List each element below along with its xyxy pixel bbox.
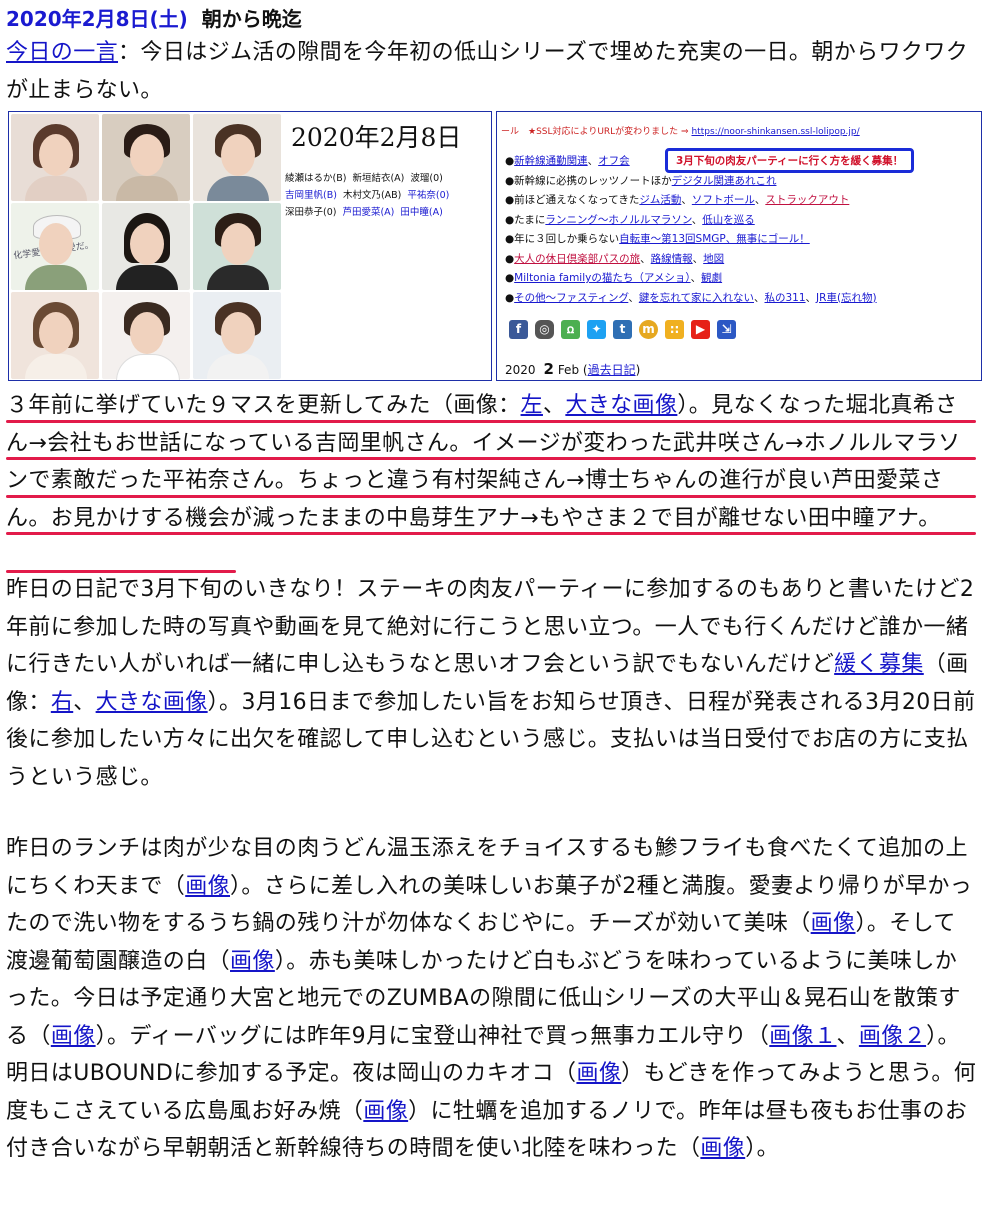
- twitter-icon[interactable]: ✦: [587, 320, 606, 339]
- red-underline: [6, 495, 976, 498]
- grid-date-label: 2020年2月8日: [291, 123, 462, 152]
- menu-row: ●前ほど通えなくなってきたジム活動、ソフトボール、ストラックアウト: [505, 194, 850, 206]
- portrait-photo: [102, 203, 190, 290]
- red-underline: [6, 532, 976, 535]
- image-2-link[interactable]: 画像２: [859, 1024, 926, 1049]
- recruit-callout: 3月下旬の肉友パーティーに行く方を緩く募集！: [665, 148, 915, 173]
- intro-paragraph: 今日の一言：今日はジム活の隙間を今年初の低山シリーズで埋めた充実の一日。朝からワ…: [6, 34, 978, 109]
- mixi-icon[interactable]: m: [639, 320, 658, 339]
- portrait-photo: 化学愛は人類愛だ。: [11, 203, 99, 290]
- image-link[interactable]: 画像: [51, 1024, 96, 1049]
- instagram-icon[interactable]: ◎: [535, 320, 554, 339]
- large-image-link[interactable]: 大きな画像: [565, 393, 677, 418]
- line-icon[interactable]: ꭥ: [561, 320, 580, 339]
- diary-page: 2020年2月8日(土) 朝から晩迄 今日の一言：今日はジム活の隙間を今年初の低山…: [6, 4, 982, 1168]
- image-link[interactable]: 画像: [700, 1136, 745, 1161]
- tumblr-icon[interactable]: t: [613, 320, 632, 339]
- red-underline: [6, 420, 976, 423]
- lunch-paragraph: 昨日のランチは肉が少な目の肉うどん温玉添えをチョイスするも鯵フライも食べたくて追…: [6, 836, 977, 1161]
- name-row: 吉岡里帆(B) 木村文乃(AB) 平祐奈(0): [285, 190, 450, 201]
- diary-header: 2020年2月8日(土) 朝から晩迄: [6, 4, 978, 34]
- portrait-photo: [193, 203, 281, 290]
- menu-row: ●大人の休日倶楽部パスの旅、路線情報、地図: [505, 252, 725, 265]
- portrait-photo: [102, 292, 190, 380]
- menu-row: ●その他〜ファスティング、鍵を忘れて家に入れない、私の311、JR車(忘れ物): [505, 291, 877, 304]
- menu-row: ●たまにランニング〜ホノルルマラソン、低山を巡る: [505, 213, 755, 226]
- diary-title: 朝から晩迄: [201, 7, 302, 31]
- portrait-photo: [11, 292, 99, 379]
- left-image-link[interactable]: 左: [521, 393, 543, 418]
- intro-text: ：今日はジム活の隙間を今年初の低山シリーズで埋めた充実の一日。朝からワクワクが止…: [6, 40, 969, 103]
- archive-link[interactable]: 過去日記: [588, 363, 636, 377]
- recruit-link[interactable]: 緩く募集: [834, 652, 924, 677]
- today-word-link[interactable]: 今日の一言: [6, 40, 118, 65]
- actress-grid-image[interactable]: 化学愛は人類愛だ。 2020年2月8日 綾瀬はるか(B)新垣結衣(A)波瑠(0)…: [8, 111, 492, 381]
- archive-footer: 2020 2 Feb (過去日記): [505, 360, 641, 378]
- menu-row: ●年に３回しか乗らない自転車〜第13回SMGP、無事にゴール！: [505, 233, 810, 245]
- red-underline: [6, 570, 236, 573]
- site-menu-list: ●新幹線通勤関連、オフ会 ●新幹線に必携のレッツノートほかデジタル関連あれこれ …: [505, 152, 975, 308]
- login-icon[interactable]: ⇲: [717, 320, 736, 339]
- facebook-icon[interactable]: f: [509, 320, 528, 339]
- portrait-photo: [193, 114, 281, 201]
- youtube-icon[interactable]: ▶: [691, 320, 710, 339]
- image-1-link[interactable]: 画像１: [769, 1024, 836, 1049]
- image-row: 化学愛は人類愛だ。 2020年2月8日 綾瀬はるか(B)新垣結衣(A)波瑠(0)…: [6, 111, 982, 387]
- highlighted-block: ３年前に挙げていた９マスを更新してみた（画像：左、大きな画像）。見なくなった堀北…: [6, 387, 978, 573]
- portrait-photo: [102, 114, 190, 201]
- diary-date: 2020年2月8日(土): [6, 7, 188, 31]
- image-link[interactable]: 画像: [811, 911, 856, 936]
- image-link[interactable]: 画像: [576, 1061, 621, 1086]
- menu-row: ●Miltonia familyの猫たち（アメショ）、観劇: [505, 272, 723, 284]
- ssl-notice: ール ★SSL対応によりURLが変わりました ⇒ https://noor-sh…: [501, 127, 860, 137]
- large-image-link[interactable]: 大きな画像: [96, 690, 208, 715]
- actress-name-list: 綾瀬はるか(B) 新垣結衣(A) 波瑠(0) 吉岡里帆(B) 木村文乃(AB) 平祐奈(…: [285, 170, 491, 221]
- grid-update-paragraph: ３年前に挙げていた９マスを更新してみた（画像：左、大きな画像）。見なくなった堀北…: [6, 393, 961, 531]
- image-link[interactable]: 画像: [363, 1099, 408, 1124]
- name-row: 深田恭子(0) 芦田愛菜(A) 田中瞳(A): [285, 207, 443, 218]
- portrait-photo: [193, 292, 281, 379]
- image-link[interactable]: 画像: [185, 874, 230, 899]
- name-row: 綾瀬はるか(B) 新垣結衣(A) 波瑠(0): [285, 173, 443, 184]
- menu-row: ●新幹線に必携のレッツノートほかデジタル関連あれこれ: [505, 174, 777, 187]
- image-link[interactable]: 画像: [230, 949, 275, 974]
- party-paragraph: 昨日の日記で3月下旬のいきなり！ステーキの肉友パーティーに参加するのもありと書い…: [6, 577, 976, 790]
- portrait-photo: [11, 114, 99, 201]
- right-image-link[interactable]: 右: [51, 690, 73, 715]
- site-menu-screenshot[interactable]: ール ★SSL対応によりURLが変わりました ⇒ https://noor-sh…: [496, 111, 982, 381]
- hatena-icon[interactable]: ::: [665, 320, 684, 339]
- social-icon-row: f ◎ ꭥ ✦ t m :: ▶ ⇲: [509, 320, 736, 339]
- red-underline: [6, 457, 976, 460]
